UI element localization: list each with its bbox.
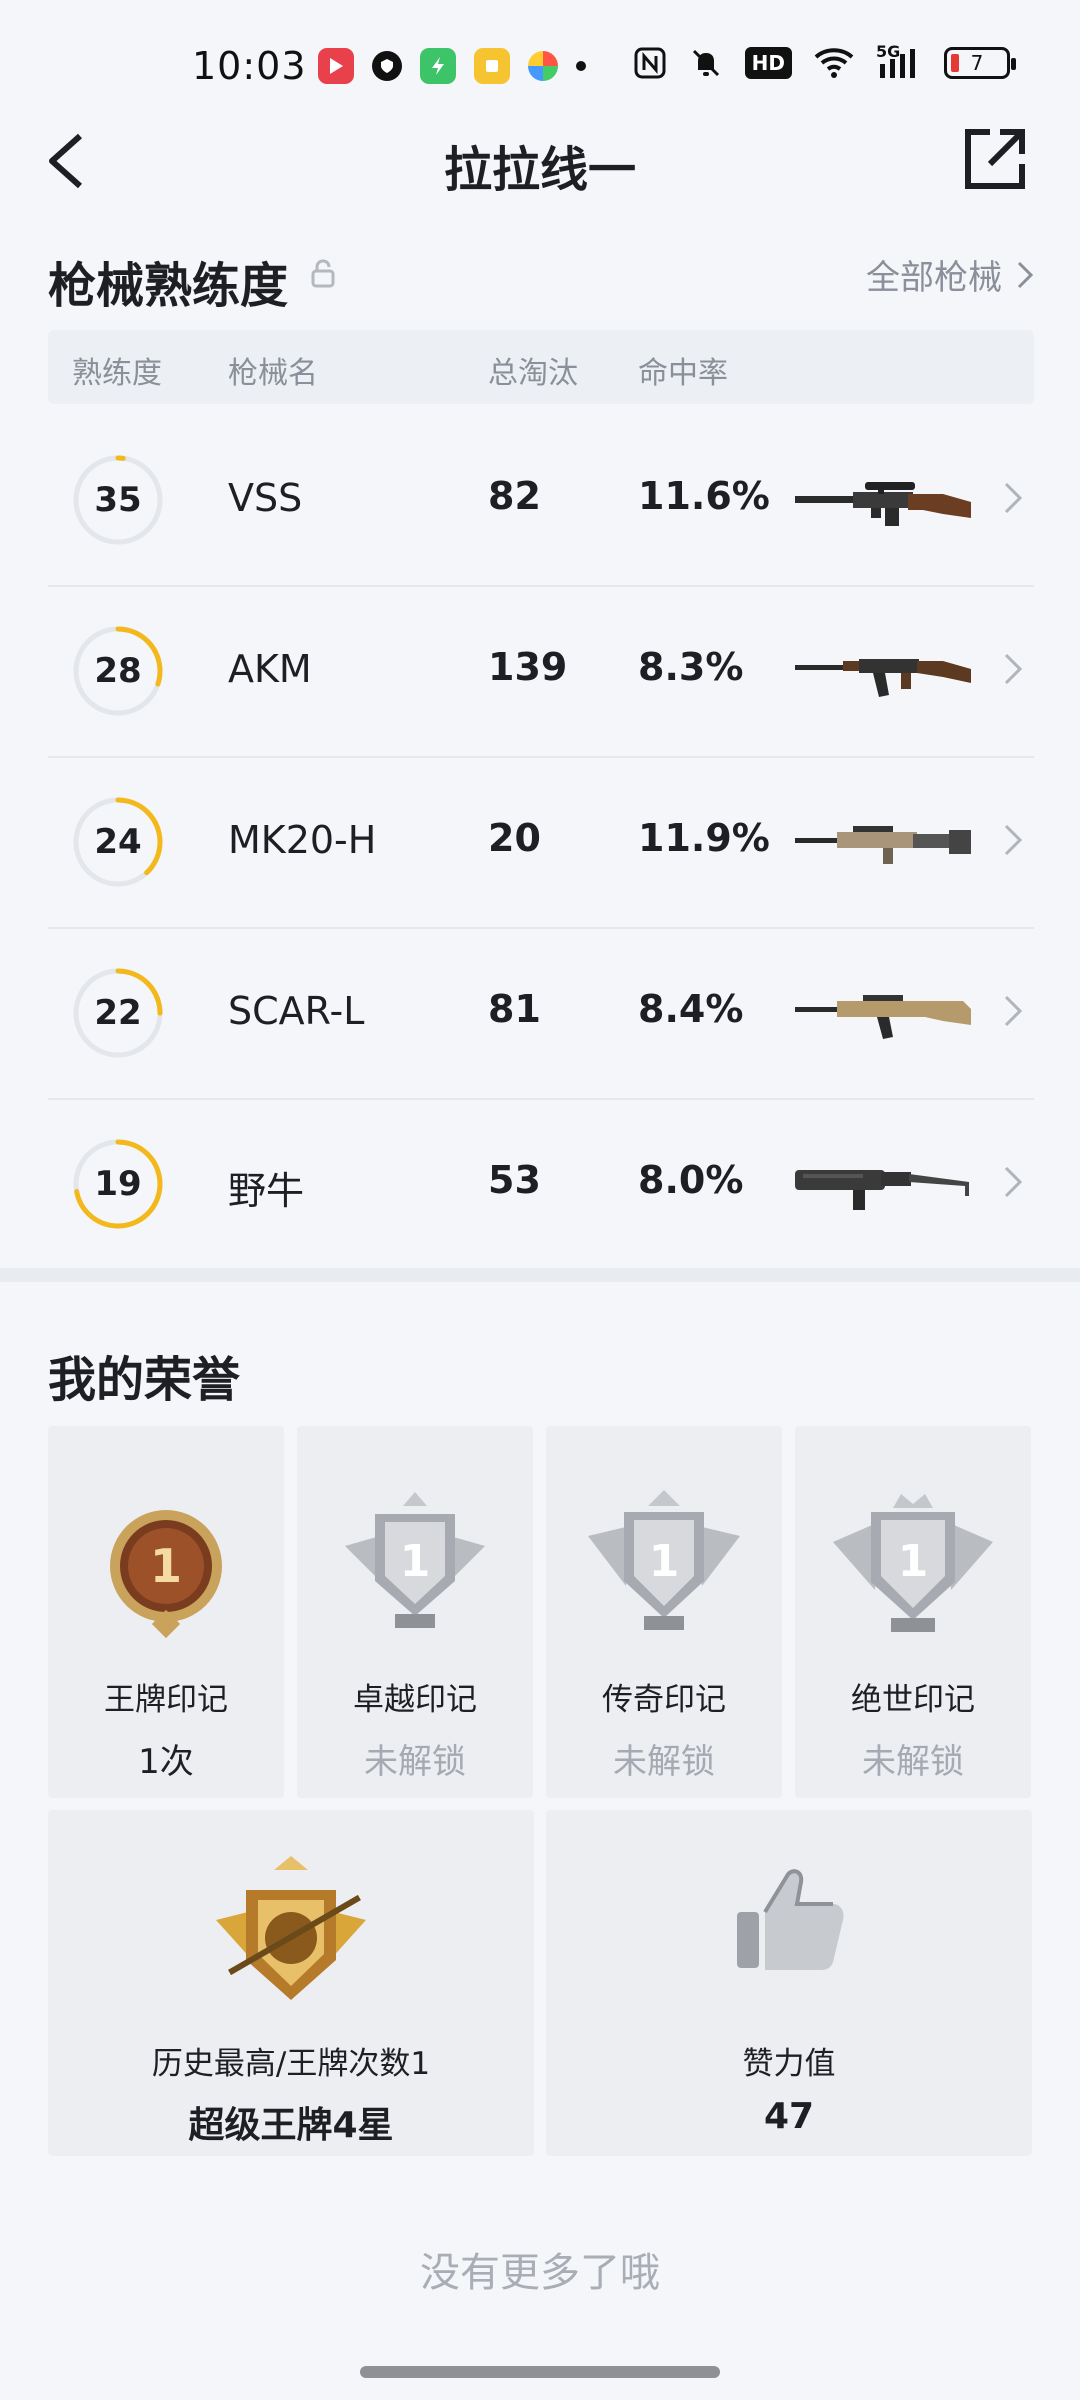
history-rank-label: 历史最高/王牌次数1 (151, 2046, 431, 2082)
top-nav-bar: 拉拉线一 (0, 110, 1080, 210)
mute-icon (692, 49, 719, 77)
video-app-icon (318, 48, 354, 84)
weapon-kills: 20 (488, 816, 541, 860)
thumbs-up-icon (737, 1869, 844, 1970)
likes-card[interactable]: 赞力值 47 (546, 1810, 1032, 2156)
hd-icon: HD (744, 47, 792, 79)
page-title: 拉拉线一 (443, 142, 636, 198)
my-honors-title: 我的荣誉 (48, 1352, 241, 1408)
mastery-level: 19 (94, 1164, 142, 1204)
chevron-right-icon (1017, 261, 1034, 288)
weapon-name: 野牛 (228, 1169, 305, 1213)
shield-app-icon (372, 51, 402, 81)
weapon-row[interactable]: 35 VSS 82 11.6% (48, 416, 1034, 587)
weapon-accuracy: 11.6% (638, 474, 770, 518)
history-rank-card[interactable]: 历史最高/王牌次数1 超级王牌4星 (48, 1810, 534, 2156)
ace-rank-emblem-icon (216, 1856, 366, 2000)
likes-value: 47 (763, 2096, 815, 2137)
medal-digit: 1 (400, 1536, 431, 1587)
all-weapons-label: 全部枪械 (866, 258, 1002, 298)
legend-badge-card[interactable]: 1 传奇印记 未解锁 (546, 1426, 782, 1798)
end-of-list-text: 没有更多了哦 (420, 2250, 660, 2296)
weapon-table-header: 熟练度 枪械名 总淘汰 命中率 (48, 330, 1034, 404)
likes-label: 赞力值 (742, 2046, 836, 2082)
charge-app-icon (420, 48, 456, 84)
chevron-right-icon (1004, 653, 1023, 685)
chevron-right-icon (1004, 995, 1023, 1027)
weapon-name: SCAR-L (228, 989, 365, 1033)
bizon-smg-image (795, 1170, 969, 1210)
medal-digit: 1 (649, 1536, 680, 1587)
history-rank-value: 超级王牌4星 (188, 2105, 394, 2146)
ace-badge-card[interactable]: 1 王牌印记 1次 (48, 1426, 284, 1798)
badge-value: 1次 (138, 1742, 194, 1782)
badge-value: 未解锁 (613, 1742, 715, 1782)
nfc-icon (634, 47, 666, 79)
battery-icon: 7 (944, 47, 1016, 79)
lock-icon (311, 259, 335, 288)
vss-rifle-image (795, 482, 971, 526)
weapon-row[interactable]: 28 AKM 139 8.3% (48, 587, 1034, 758)
section-separator (0, 1268, 1080, 1282)
akm-rifle-image (795, 659, 971, 697)
weapon-kills: 82 (488, 474, 541, 518)
mastery-level: 22 (94, 993, 142, 1033)
share-icon (965, 129, 1025, 189)
chevron-right-icon (1004, 824, 1023, 856)
column-weapon-name: 枪械名 (228, 356, 318, 391)
signal-5g-icon: 5G (876, 42, 922, 80)
excellence-badge-card[interactable]: 1 卓越印记 未解锁 (297, 1426, 533, 1798)
weapon-name: MK20-H (228, 818, 377, 862)
weapon-name: AKM (228, 647, 312, 691)
badge-name: 传奇印记 (602, 1682, 726, 1718)
more-notifications-dot (576, 61, 586, 71)
supreme-badge-card[interactable]: 1 绝世印记 未解锁 (795, 1426, 1031, 1798)
weapon-name: VSS (228, 476, 303, 520)
mastery-level: 28 (94, 651, 142, 691)
badge-value: 未解锁 (862, 1742, 964, 1782)
weapon-mastery-title: 枪械熟练度 (48, 258, 289, 314)
share-button[interactable] (960, 124, 1030, 194)
photos-app-icon (528, 51, 558, 81)
silver-shield-medal-icon: 1 (345, 1492, 485, 1628)
silver-crown-medal-icon: 1 (833, 1494, 993, 1632)
weapon-kills: 53 (488, 1158, 541, 1202)
weapon-kills: 81 (488, 987, 541, 1031)
mastery-level: 35 (94, 480, 142, 520)
weapon-accuracy: 8.3% (638, 645, 744, 689)
ace-medal-icon: 1 (110, 1510, 222, 1639)
notification-icons (318, 48, 586, 84)
weapon-row[interactable]: 22 SCAR-L 81 8.4% (48, 929, 1034, 1100)
chevron-right-icon (1004, 1166, 1023, 1198)
silver-wing-medal-icon: 1 (588, 1490, 740, 1630)
scar-l-rifle-image (795, 995, 971, 1039)
weapon-accuracy: 11.9% (638, 816, 770, 860)
system-icons: HD 5G 7 (633, 42, 1016, 80)
weapon-row[interactable]: 24 MK20-H 20 11.9% (48, 758, 1034, 929)
weapon-accuracy: 8.0% (638, 1158, 744, 1202)
medal-digit: 1 (150, 1539, 182, 1593)
badge-value: 未解锁 (364, 1742, 466, 1782)
column-hit-rate: 命中率 (638, 356, 728, 391)
medal-digit: 1 (898, 1536, 929, 1587)
mastery-level: 24 (94, 822, 142, 862)
badge-name: 王牌印记 (104, 1682, 228, 1718)
wifi-icon (814, 48, 854, 78)
chevron-right-icon (1004, 482, 1023, 514)
column-mastery: 熟练度 (72, 356, 162, 391)
badge-name: 卓越印记 (353, 1682, 477, 1718)
notes-app-icon (474, 48, 510, 84)
weapon-kills: 139 (488, 645, 568, 689)
weapon-row[interactable]: 19 野牛 53 8.0% (48, 1100, 1034, 1271)
weapon-accuracy: 8.4% (638, 987, 744, 1031)
column-total-kills: 总淘汰 (488, 356, 578, 391)
status-time: 10:03 (192, 44, 307, 88)
badge-name: 绝世印记 (851, 1682, 975, 1718)
all-weapons-link[interactable]: 全部枪械 (866, 250, 1034, 299)
home-indicator[interactable] (360, 2366, 720, 2378)
mk20-rifle-image (795, 826, 971, 864)
